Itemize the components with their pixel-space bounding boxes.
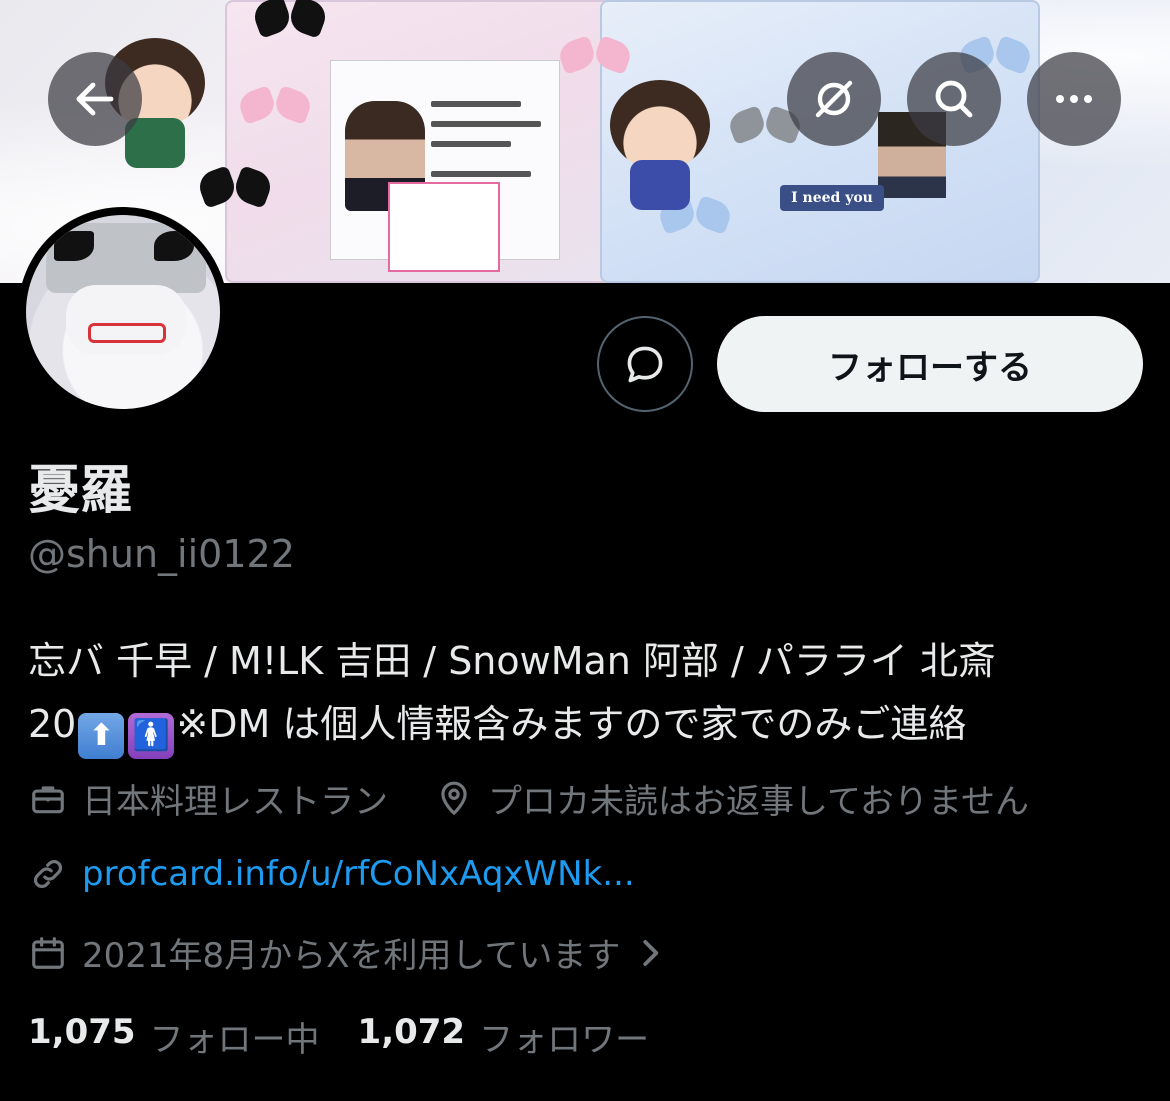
up-arrow-emoji: ⬆ <box>78 713 125 759</box>
banner-bow <box>255 0 325 40</box>
back-button[interactable] <box>48 52 142 146</box>
banner-bow <box>200 170 270 210</box>
briefcase-icon <box>28 779 68 819</box>
grok-button[interactable] <box>787 52 881 146</box>
following-count[interactable]: 1,075 <box>28 1012 136 1061</box>
avatar-image <box>26 215 220 409</box>
search-button[interactable] <box>907 52 1001 146</box>
link-icon <box>28 854 68 894</box>
banner-bow <box>240 90 310 130</box>
category-text: 日本料理レストラン <box>82 782 388 822</box>
followers-label[interactable]: フォロワー <box>479 1012 649 1061</box>
profile-handle: @shun_ii0122 <box>28 532 295 576</box>
message-button[interactable] <box>597 316 693 412</box>
search-icon <box>935 80 973 118</box>
bio-line-2-prefix: 20 <box>28 702 77 746</box>
grok-icon <box>815 80 853 118</box>
woman-sign-emoji: 🚺 <box>128 713 175 759</box>
banner-note <box>388 182 500 272</box>
arrow-left-icon <box>76 82 114 116</box>
profile-name: 憂羅 <box>28 461 133 521</box>
profile-joined[interactable]: 2021年8月からXを利用しています <box>28 928 684 977</box>
avatar[interactable] <box>18 207 228 417</box>
bio-line-2: 20 ⬆ 🚺 ※DM は個人情報含みますので家でのみご連絡 <box>28 693 1148 759</box>
message-icon <box>627 346 663 383</box>
banner-tag: I need you <box>780 185 884 211</box>
chevron-right-icon <box>630 933 670 973</box>
following-label[interactable]: フォロー中 <box>150 1012 320 1061</box>
link-text[interactable]: profcard.info/u/rfCoNxAqxWNk... <box>82 854 635 894</box>
profile-bio: 忘バ 千早 / M!LK 吉田 / SnowMan 阿部 / パラライ 北斎 2… <box>28 630 1148 759</box>
profile-meta-row: 日本料理レストラン プロカ未読はお返事しておりません <box>28 774 1075 823</box>
banner-chibi <box>605 80 715 210</box>
joined-text: 2021年8月からXを利用しています <box>82 936 621 976</box>
location-text: プロカ未読はお返事しておりません <box>488 782 1029 822</box>
profile-category: 日本料理レストラン <box>28 774 388 823</box>
calendar-icon <box>28 933 68 973</box>
follow-button[interactable]: フォローする <box>717 316 1143 412</box>
location-pin-icon <box>434 779 474 819</box>
banner-bow <box>560 40 630 80</box>
followers-count[interactable]: 1,072 <box>358 1012 466 1061</box>
bio-line-1: 忘バ 千早 / M!LK 吉田 / SnowMan 阿部 / パラライ 北斎 <box>28 639 996 683</box>
more-icon <box>1056 95 1092 103</box>
profile-stats: 1,075 フォロー中 1,072 フォロワー <box>28 1012 687 1061</box>
profile-location: プロカ未読はお返事しておりません <box>434 774 1029 823</box>
more-button[interactable] <box>1027 52 1121 146</box>
profile-link[interactable]: profcard.info/u/rfCoNxAqxWNk... <box>28 854 635 894</box>
bio-line-2-suffix: ※DM は個人情報含みますので家でのみご連絡 <box>176 702 967 746</box>
